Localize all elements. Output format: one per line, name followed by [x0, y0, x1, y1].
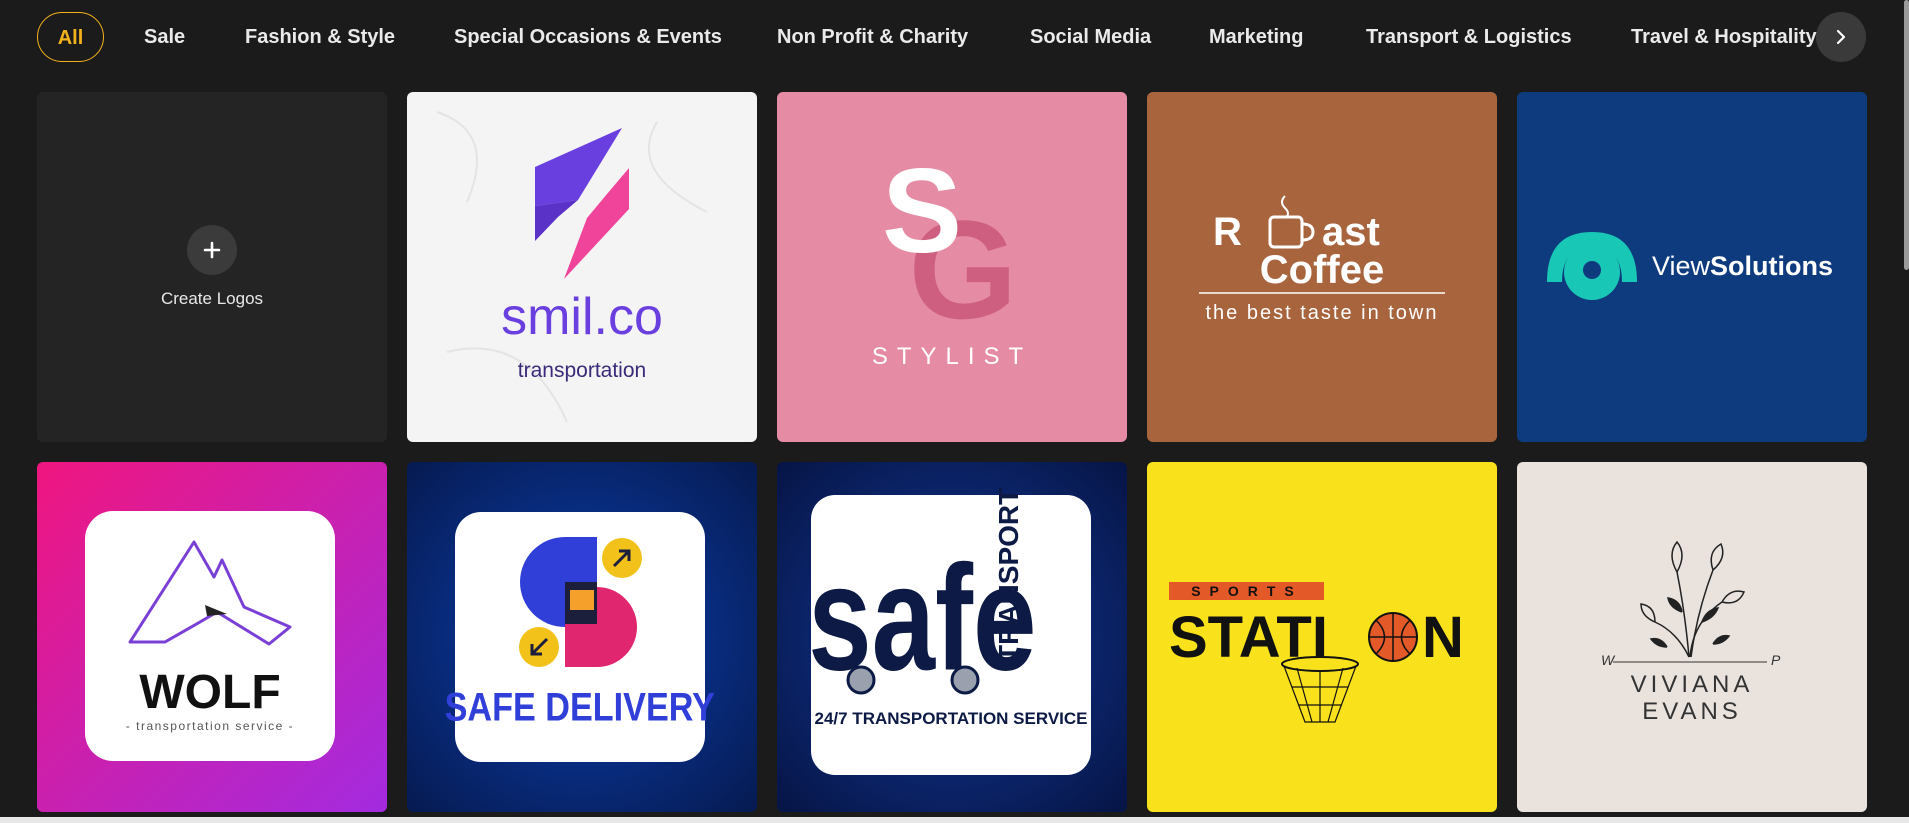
- template-viviana-evans[interactable]: W P VIVIANA EVANS: [1517, 462, 1867, 812]
- station-word-a: STATI: [1169, 605, 1328, 670]
- template-safe-delivery[interactable]: SAFE DELIVERY: [407, 462, 757, 812]
- viviana-name-line1: VIVIANA: [1631, 671, 1754, 698]
- safe-delivery-logo: SAFE DELIVERY: [445, 512, 716, 762]
- tab-all[interactable]: All: [37, 12, 104, 62]
- sg-stylist-logo: G S STYLIST: [872, 144, 1032, 370]
- template-sports-station[interactable]: SPORTS STATI N: [1147, 462, 1497, 812]
- wolf-tagline: - transportation service -: [126, 719, 294, 733]
- wheel-icon: [950, 665, 980, 695]
- create-logos-card[interactable]: Create Logos: [37, 92, 387, 442]
- template-wolf[interactable]: WOLF - transportation service -: [37, 462, 387, 812]
- roast-letter-r: R: [1213, 210, 1242, 254]
- create-logos-label: Create Logos: [160, 289, 264, 308]
- tab-sale[interactable]: Sale: [144, 12, 185, 62]
- wheel-icon: [846, 665, 876, 695]
- viviana-evans-logo: W P VIVIANA EVANS: [1601, 540, 1781, 725]
- s-box-icon: [519, 537, 642, 667]
- stylist-tagline: STYLIST: [872, 343, 1032, 370]
- basketball-icon: [1368, 612, 1418, 662]
- viviana-name-line2: EVANS: [1642, 698, 1742, 725]
- template-sg-stylist[interactable]: G S STYLIST: [777, 92, 1127, 442]
- roast-coffee-logo: R ast Coffee the best taste in town: [1199, 195, 1445, 324]
- view-solutions-name: ViewSolutions: [1652, 251, 1833, 281]
- view-solutions-logo: ViewSolutions: [1547, 232, 1833, 300]
- sports-badge: SPORTS: [1191, 583, 1303, 599]
- tab-fashion-style[interactable]: Fashion & Style: [245, 12, 395, 62]
- roast-tagline: the best taste in town: [1205, 302, 1438, 324]
- tab-travel-hospitality[interactable]: Travel & Hospitality: [1631, 12, 1817, 62]
- station-word-b: N: [1422, 605, 1464, 670]
- page-scrollbar[interactable]: [1904, 0, 1909, 270]
- floral-icon: [1640, 540, 1746, 658]
- template-smil-co[interactable]: smil.co transportation: [407, 92, 757, 442]
- sports-station-logo: SPORTS STATI N: [1169, 582, 1464, 723]
- safe-transport-tagline: 24/7 TRANSPORTATION SERVICE: [815, 709, 1088, 728]
- safe-transport-vertical: TRANSPORT: [993, 488, 1024, 662]
- plus-icon: [187, 225, 237, 275]
- bottom-edge-strip: [0, 817, 1909, 823]
- category-tabs: All Sale Fashion & Style Special Occasio…: [37, 12, 1843, 62]
- tab-special-occasions[interactable]: Special Occasions & Events: [454, 12, 722, 62]
- template-view-solutions[interactable]: ViewSolutions: [1517, 92, 1867, 442]
- template-safe-transport[interactable]: safe TRANSPORT 24/7 TRANSPORTATION SERVI…: [777, 462, 1127, 812]
- coffee-cup-icon: [1268, 195, 1315, 249]
- tab-transport-logistics[interactable]: Transport & Logistics: [1366, 12, 1572, 62]
- tab-social-media[interactable]: Social Media: [1030, 12, 1151, 62]
- smil-co-logo: smil.co transportation: [436, 111, 708, 423]
- tab-non-profit[interactable]: Non Profit & Charity: [777, 12, 968, 62]
- smil-co-tagline: transportation: [518, 359, 646, 382]
- template-roast-coffee[interactable]: R ast Coffee the best taste in town: [1147, 92, 1497, 442]
- safe-delivery-name: SAFE DELIVERY: [445, 684, 716, 729]
- safe-transport-logo: safe TRANSPORT 24/7 TRANSPORTATION SERVI…: [808, 488, 1091, 775]
- initial-left: W: [1601, 652, 1616, 668]
- tab-marketing[interactable]: Marketing: [1209, 12, 1303, 62]
- smil-co-name: smil.co: [501, 288, 663, 346]
- wolf-logo: WOLF - transportation service -: [85, 511, 335, 761]
- sg-letter-s: S: [882, 144, 962, 278]
- initial-right: P: [1771, 652, 1781, 668]
- next-categories-button[interactable]: [1816, 12, 1866, 62]
- coffee-word: Coffee: [1260, 248, 1384, 292]
- chevron-right-icon: [1836, 29, 1846, 45]
- wolf-name: WOLF: [139, 666, 280, 719]
- eye-icon: [1547, 232, 1637, 300]
